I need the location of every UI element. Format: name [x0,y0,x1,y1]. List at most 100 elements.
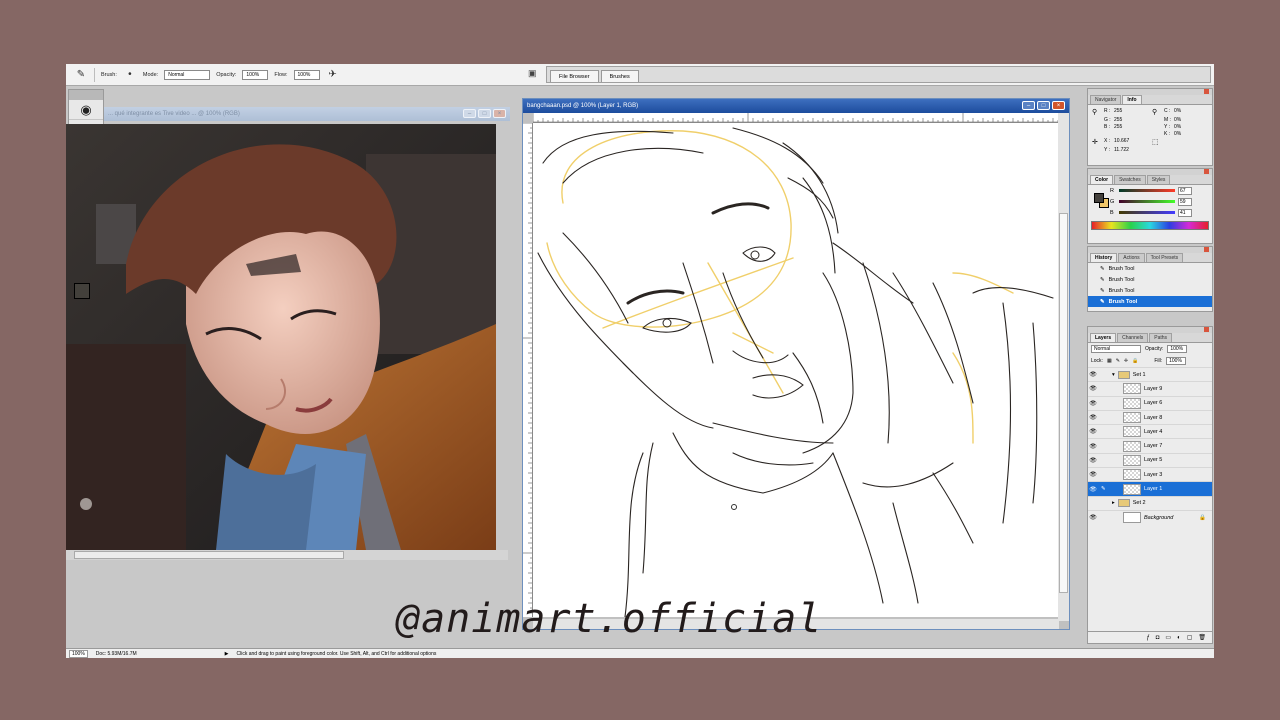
reference-horizontal-scrollbar[interactable] [66,550,508,560]
tab-styles[interactable]: Styles [1146,175,1171,184]
layer-row[interactable]: 👁 Layer 9 [1088,381,1212,395]
layer-mask-icon[interactable]: ◘ [1156,635,1160,641]
airbrush-icon[interactable]: ✈ [326,68,340,82]
layer-row-active[interactable]: 👁 ✎ Layer 1 [1088,481,1212,496]
close-button[interactable]: × [493,109,506,118]
expand-arrow-icon[interactable]: ▸ [1112,500,1115,506]
history-step-current[interactable]: ✎ Brush Tool [1088,296,1212,307]
green-value-field[interactable]: 59 [1178,197,1192,206]
layer-row[interactable]: 👁 Layer 8 [1088,409,1212,424]
history-step[interactable]: ✎ Brush Tool [1088,285,1212,296]
layer-row[interactable]: 👁 ▾ Set 1 [1088,367,1212,381]
layer-row[interactable]: 👁 Layer 5 [1088,452,1212,467]
sketch-vertical-scrollbar[interactable] [1058,113,1069,621]
minimize-button[interactable]: – [463,109,476,118]
eye-icon[interactable]: 👁 [1088,443,1098,450]
info-value: 0% [1174,108,1182,114]
reference-window-titlebar[interactable]: ... qué integrante es Tive video ... @ 1… [104,107,510,121]
tab-actions[interactable]: Actions [1118,253,1145,262]
brush-tool-icon[interactable]: ✎ [74,68,88,82]
trash-icon[interactable]: 🗑 [1198,634,1206,641]
scrollbar-thumb[interactable] [1059,213,1068,593]
eye-icon[interactable]: 👁 [1088,428,1098,435]
layer-style-icon[interactable]: ƒ [1146,635,1149,641]
tab-channels[interactable]: Channels [1117,333,1149,342]
history-step[interactable]: ✎ Brush Tool [1088,274,1212,285]
eye-icon[interactable]: 👁 [1088,371,1098,378]
blue-slider-track[interactable] [1119,211,1175,214]
adjustment-layer-icon[interactable]: ◐ [1177,635,1181,641]
minimize-button[interactable]: – [1022,101,1035,110]
layer-row[interactable]: 👁 Layer 4 [1088,424,1212,438]
tab-tool-presets[interactable]: Tool Presets [1145,253,1184,262]
scrollbar-thumb[interactable] [74,551,344,559]
foreground-color-swatch[interactable] [1094,193,1104,203]
flow-field[interactable]: 100% [293,69,320,80]
layer-fill-field[interactable]: 100% [1166,357,1187,365]
zoom-field[interactable]: 100% [69,649,88,658]
brush-preset-picker-icon[interactable]: • [123,68,137,82]
lock-transparency-icon[interactable]: ▦ [1107,358,1112,364]
history-step[interactable]: ✎ Brush Tool [1088,263,1212,274]
tab-navigator[interactable]: Navigator [1090,95,1122,104]
lock-pixels-icon[interactable]: ✎ [1116,358,1120,364]
green-slider-track[interactable] [1119,200,1175,203]
tab-history[interactable]: History [1090,253,1118,262]
reference-photo-window[interactable]: ... qué integrante es Tive video ... @ 1… [66,107,510,605]
eye-icon[interactable]: 👁 [1088,486,1098,493]
photoshop-app: ✎ Brush: • Mode: Normal Opacity: 100% Fl… [66,64,1214,658]
toolbox-titlebar[interactable] [69,90,103,100]
layer-name: Set 2 [1132,500,1146,507]
tab-layers[interactable]: Layers [1090,333,1117,342]
tab-swatches[interactable]: Swatches [1114,175,1146,184]
eye-icon[interactable]: 👁 [1088,457,1098,464]
sketch-document-window[interactable]: bangchaaan.psd @ 100% (Layer 1, RGB) – □… [522,98,1070,630]
eye-icon[interactable]: 👁 [1088,414,1098,421]
eyedropper-icon: ⚲ [1092,109,1098,116]
palette-toggle-icon[interactable]: ▣ [528,68,540,80]
layer-row[interactable]: 👁 Layer 7 [1088,438,1212,452]
blue-value-field[interactable]: 41 [1178,208,1192,217]
color-spectrum-bar[interactable] [1091,221,1209,230]
info-label: G : [1104,117,1111,123]
tab-brushes[interactable]: Brushes [600,70,639,82]
maximize-button[interactable]: □ [1037,101,1050,110]
tab-color[interactable]: Color [1090,175,1114,184]
lock-all-icon[interactable]: 🔒 [1132,358,1138,364]
eye-icon[interactable]: 👁 [1088,400,1098,407]
foreground-color-swatch[interactable] [74,283,90,299]
tab-file-browser[interactable]: File Browser [550,70,599,82]
eye-icon[interactable]: 👁 [1088,471,1098,478]
palette-titlebar[interactable] [1088,169,1212,175]
layer-row[interactable]: 👁 Background 🔒 [1088,509,1212,524]
lock-position-icon[interactable]: ✛ [1124,358,1128,364]
doc-size[interactable]: Doc: 5.93M/16.7M [96,651,137,657]
red-slider-track[interactable] [1119,189,1175,192]
maximize-button[interactable]: □ [478,109,491,118]
red-slider[interactable]: R 67 [1088,185,1212,196]
status-arrow-icon[interactable]: ▶ [225,651,229,657]
eye-icon[interactable]: 👁 [1088,514,1098,521]
drawing-canvas[interactable] [533,123,1059,617]
palette-titlebar[interactable] [1088,247,1212,253]
eye-icon[interactable]: 👁 [1088,385,1098,392]
blend-mode-select[interactable]: Normal [1091,345,1141,353]
blue-slider[interactable]: B 41 [1088,207,1212,218]
opacity-field[interactable]: 100% [242,69,269,80]
new-set-icon[interactable]: ▭ [1165,634,1171,641]
expand-arrow-icon[interactable]: ▾ [1112,372,1115,378]
sketch-window-titlebar[interactable]: bangchaaan.psd @ 100% (Layer 1, RGB) – □… [523,99,1069,113]
palette-titlebar[interactable] [1088,89,1212,95]
tab-paths[interactable]: Paths [1149,333,1173,342]
red-value-field[interactable]: 67 [1178,186,1192,195]
layer-row[interactable]: 👁 Layer 3 [1088,467,1212,481]
info-label: R : [1104,108,1111,114]
layer-opacity-field[interactable]: 100% [1167,345,1188,353]
layer-row[interactable]: ▸ Set 2 [1088,495,1212,510]
new-layer-icon[interactable]: ▢ [1187,634,1193,641]
close-button[interactable]: × [1052,101,1065,110]
palette-titlebar[interactable] [1088,327,1212,333]
mode-select[interactable]: Normal [164,69,211,80]
tab-info[interactable]: Info [1122,95,1142,104]
layer-row[interactable]: 👁 Layer 6 [1088,395,1212,410]
